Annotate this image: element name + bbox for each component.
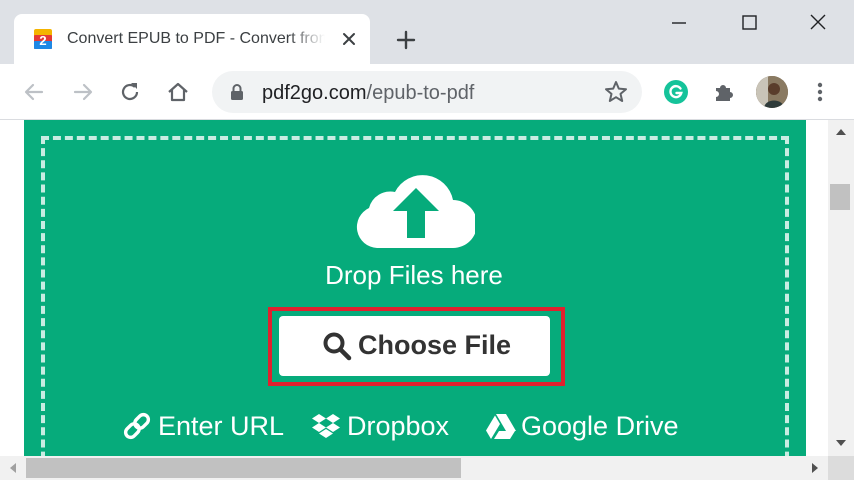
url-path: /epub-to-pdf <box>366 82 475 104</box>
dropbox-icon[interactable] <box>311 412 341 440</box>
google-drive-icon[interactable] <box>486 412 516 440</box>
pdf2go-favicon: 2 <box>34 29 52 49</box>
dropbox-link[interactable]: Dropbox <box>347 406 449 446</box>
vertical-scrollbar[interactable] <box>828 120 854 456</box>
tab-close-icon[interactable] <box>338 28 360 50</box>
url-host: pdf2go.com <box>262 82 367 104</box>
extensions-puzzle-icon[interactable] <box>711 79 737 105</box>
scroll-right-arrow-icon[interactable] <box>808 461 822 475</box>
drop-files-text: Drop Files here <box>325 260 503 290</box>
vertical-scroll-thumb[interactable] <box>830 184 850 210</box>
scrollbar-corner <box>828 456 854 480</box>
cloud-upload-icon <box>356 175 475 248</box>
google-drive-link[interactable]: Google Drive <box>521 406 679 446</box>
horizontal-scroll-thumb[interactable] <box>26 458 461 478</box>
kebab-menu-icon[interactable] <box>808 79 832 105</box>
avatar-photo <box>756 76 788 108</box>
window-close-icon[interactable] <box>803 10 833 36</box>
choose-file-label: Choose File <box>358 330 512 360</box>
enter-url-link[interactable]: Enter URL <box>158 406 284 446</box>
minimize-icon[interactable] <box>664 10 694 36</box>
tab-title: Convert EPUB to PDF - Convert from EPUB … <box>67 30 325 47</box>
maximize-icon[interactable] <box>734 10 764 36</box>
home-icon[interactable] <box>165 79 191 105</box>
reload-icon[interactable] <box>117 79 143 105</box>
url-text[interactable]: pdf2go.com/epub-to-pdf <box>262 80 474 106</box>
scroll-left-arrow-icon[interactable] <box>6 461 20 475</box>
scroll-down-arrow-icon[interactable] <box>833 436 849 450</box>
link-icon[interactable] <box>122 412 152 440</box>
new-tab-icon[interactable] <box>393 27 419 53</box>
grammarly-icon[interactable] <box>663 79 689 105</box>
profile-avatar[interactable] <box>756 76 788 108</box>
bookmark-star-icon[interactable] <box>603 79 629 105</box>
scroll-up-arrow-icon[interactable] <box>833 125 849 139</box>
forward-arrow-icon[interactable] <box>70 79 96 105</box>
back-arrow-icon[interactable] <box>21 79 47 105</box>
lock-icon[interactable] <box>230 83 244 101</box>
search-icon <box>323 332 352 361</box>
svg-text:2: 2 <box>39 33 46 48</box>
